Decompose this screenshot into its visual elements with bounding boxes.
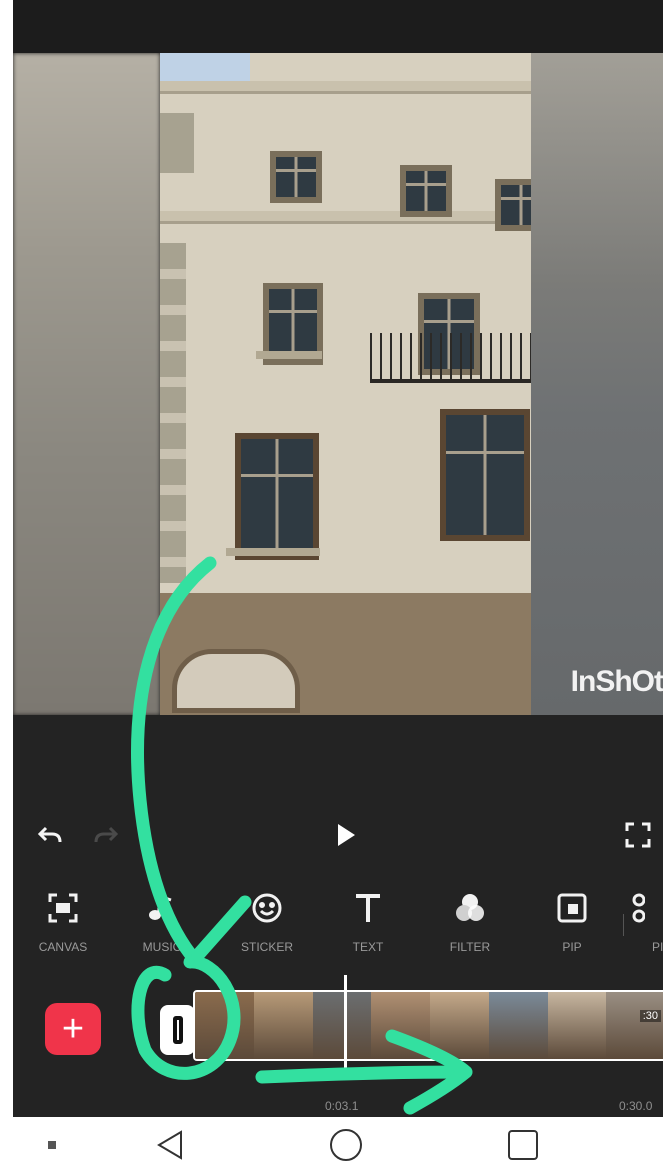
- floor-cornice: [160, 211, 531, 224]
- tool-label: CANVAS: [38, 940, 88, 954]
- corner-stones: [160, 243, 186, 583]
- total-time: 0:30.0: [619, 1099, 653, 1113]
- window: [440, 409, 530, 541]
- text-t-icon: [353, 878, 383, 938]
- inshot-watermark[interactable]: InShOt: [571, 665, 663, 699]
- corner-stone: [160, 113, 194, 173]
- video-preview[interactable]: InShOt: [13, 53, 663, 715]
- tool-label: PIP: [562, 940, 582, 954]
- clip-thumbnail: [606, 992, 663, 1059]
- window: [270, 151, 322, 203]
- arch-window: [172, 649, 300, 713]
- add-clip-button[interactable]: +: [45, 1003, 101, 1055]
- recent-dot-icon[interactable]: [40, 1125, 64, 1165]
- tool-text[interactable]: TEXT: [323, 878, 413, 973]
- back-triangle-icon[interactable]: [150, 1125, 190, 1165]
- tool-canvas[interactable]: CANVAS: [18, 878, 108, 973]
- current-time: 0:03.1: [325, 1099, 359, 1113]
- tool-label: PI: [652, 940, 663, 954]
- blurred-background-right: [531, 53, 663, 715]
- clip-thumbnail: [488, 992, 548, 1059]
- system-navigation-bar: [0, 1117, 663, 1172]
- scissors-icon: [625, 878, 645, 938]
- balcony-railing: [370, 333, 531, 383]
- tool-sticker[interactable]: STICKER: [222, 878, 312, 973]
- recents-square-icon[interactable]: [503, 1125, 543, 1165]
- clip-thumbnail: [253, 992, 313, 1059]
- window: [400, 165, 452, 217]
- clip-thumbnail: [195, 992, 254, 1059]
- blurred-background-left: [13, 53, 160, 715]
- clip-thumbnail: [430, 992, 489, 1059]
- roof-cornice: [160, 81, 531, 94]
- fullscreen-corners-icon[interactable]: [621, 818, 655, 852]
- tool-label: MUSIC: [142, 940, 182, 954]
- window: [235, 433, 319, 560]
- sky: [160, 53, 250, 81]
- tool-label: STICKER: [240, 940, 293, 954]
- window-sill: [256, 351, 322, 359]
- tool-precut[interactable]: PI: [625, 878, 663, 973]
- filter-circles-icon: [453, 878, 487, 938]
- clip-thumbnail: [312, 992, 372, 1059]
- window-sill: [226, 548, 320, 556]
- pip-square-icon: [556, 878, 588, 938]
- playhead[interactable]: [344, 975, 347, 1079]
- video-clip[interactable]: :30: [193, 990, 663, 1061]
- clip-thumbnail: [547, 992, 607, 1059]
- music-note-icon: [147, 878, 177, 938]
- tool-label: FILTER: [449, 940, 491, 954]
- home-circle-icon[interactable]: [326, 1125, 366, 1165]
- timeline[interactable]: + :30 0:03.1 0:30.0: [13, 975, 663, 1117]
- play-triangle-icon[interactable]: [329, 818, 363, 852]
- tool-pip[interactable]: PIP: [527, 878, 617, 973]
- toolbar-divider: [623, 914, 624, 936]
- playback-controls: [13, 810, 663, 860]
- redo-arrow-icon[interactable]: [89, 818, 123, 852]
- status-bar: [13, 0, 663, 53]
- tool-filter[interactable]: FILTER: [425, 878, 515, 973]
- editing-toolbar: CANVAS MUSIC STICKER TEXT FILTER PIP PI: [13, 878, 663, 973]
- undo-arrow-icon[interactable]: [33, 818, 67, 852]
- clip-thumbnail: [371, 992, 430, 1059]
- clip-duration-label: :30: [639, 1010, 661, 1022]
- editor-screen: InShOt CANVAS MUSIC STICKER TEXT FILTER …: [13, 0, 663, 1117]
- mute-toggle-icon[interactable]: [160, 1005, 195, 1055]
- canvas-frame-icon: [47, 878, 79, 938]
- window: [495, 179, 531, 231]
- tool-music[interactable]: MUSIC: [117, 878, 207, 973]
- smiley-icon: [251, 878, 283, 938]
- tool-label: TEXT: [352, 940, 384, 954]
- video-frame-building: [160, 53, 531, 715]
